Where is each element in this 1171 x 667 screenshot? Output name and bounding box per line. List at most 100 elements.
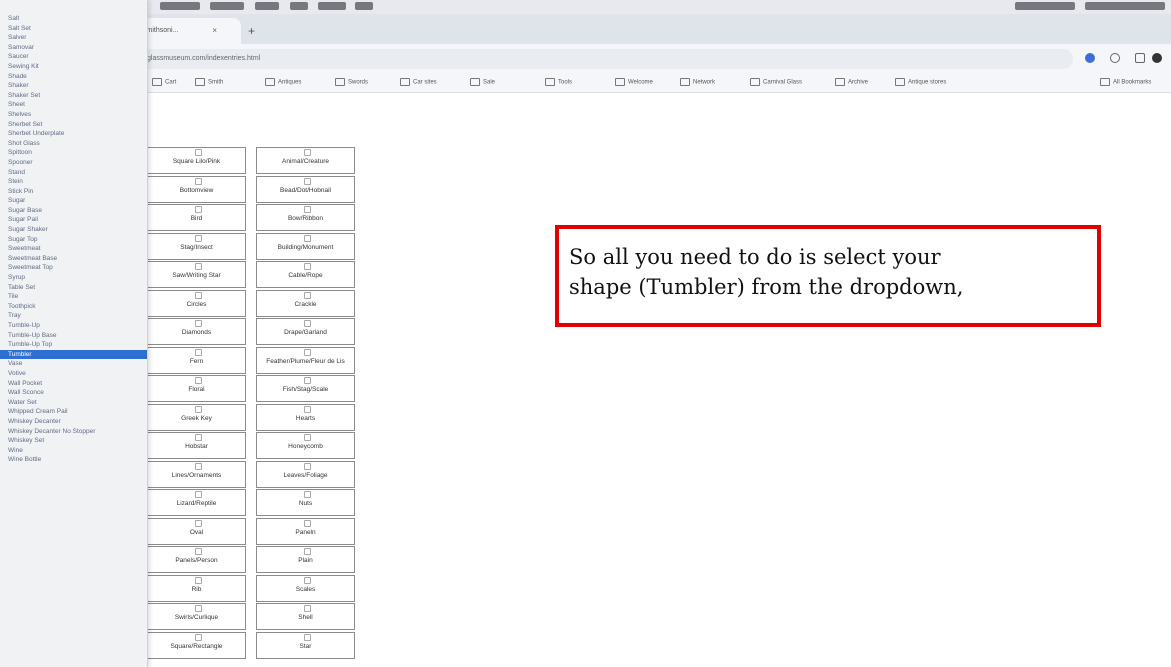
- pattern-checkbox[interactable]: [195, 320, 202, 327]
- profile-icon[interactable]: [1085, 53, 1095, 63]
- pattern-cell[interactable]: Star: [256, 631, 355, 659]
- pattern-cell[interactable]: Hobstar: [147, 432, 246, 459]
- dropdown-option[interactable]: Spittoon: [0, 148, 147, 158]
- pattern-checkbox[interactable]: [195, 291, 202, 299]
- pattern-checkbox[interactable]: [304, 519, 311, 527]
- dropdown-option[interactable]: Sweetmeat Top: [0, 263, 147, 273]
- bookmark[interactable]: Car sites: [400, 78, 437, 86]
- dropdown-option[interactable]: Sweetmeat: [0, 244, 147, 254]
- pattern-cell[interactable]: Fern: [147, 346, 246, 374]
- new-tab-icon[interactable]: +: [248, 18, 255, 44]
- pattern-cell[interactable]: Bead/Dot/Hobnail: [256, 175, 355, 203]
- pattern-checkbox[interactable]: [195, 206, 202, 213]
- pattern-cell[interactable]: Stag/Insect: [147, 232, 246, 260]
- menu-item-placeholder[interactable]: [318, 2, 346, 10]
- pattern-cell[interactable]: Circles: [147, 289, 246, 317]
- pattern-cell[interactable]: Hearts: [256, 403, 355, 431]
- dropdown-option[interactable]: Spooner: [0, 158, 147, 168]
- pattern-cell[interactable]: Drape/Garland: [256, 318, 355, 345]
- menu-item-placeholder[interactable]: [355, 2, 373, 10]
- pattern-checkbox[interactable]: [304, 633, 311, 641]
- dropdown-option[interactable]: Sugar Base: [0, 206, 147, 216]
- pattern-cell[interactable]: Panels/Person: [147, 546, 246, 573]
- dropdown-option[interactable]: Samovar: [0, 43, 147, 53]
- pattern-checkbox[interactable]: [195, 548, 202, 555]
- bookmark[interactable]: Tools: [545, 78, 572, 86]
- pattern-cell[interactable]: Cable/Rope: [256, 261, 355, 288]
- pattern-checkbox[interactable]: [304, 348, 311, 356]
- dropdown-option[interactable]: Shaker Set: [0, 91, 147, 101]
- pattern-checkbox[interactable]: [304, 405, 311, 413]
- pattern-cell[interactable]: Crackle: [256, 289, 355, 317]
- dropdown-option[interactable]: Sherbet Set: [0, 120, 147, 130]
- dropdown-option[interactable]: Syrup: [0, 273, 147, 283]
- pattern-cell[interactable]: Swirls/Curlique: [147, 603, 246, 630]
- dropdown-option[interactable]: Whiskey Set: [0, 436, 147, 446]
- bookmark[interactable]: Archive: [835, 78, 868, 86]
- pattern-checkbox[interactable]: [195, 405, 202, 413]
- dropdown-option[interactable]: Sugar Shaker: [0, 225, 147, 235]
- browser-tab[interactable]: smithsoni... ×: [133, 18, 241, 44]
- dropdown-option[interactable]: Sheet: [0, 100, 147, 110]
- pattern-cell[interactable]: Paneln: [256, 517, 355, 545]
- pattern-cell[interactable]: Greek Key: [147, 403, 246, 431]
- menu-item-placeholder[interactable]: [290, 2, 308, 10]
- dropdown-option[interactable]: Shelves: [0, 110, 147, 120]
- dropdown-option[interactable]: Shaker: [0, 81, 147, 91]
- dropdown-option[interactable]: Tile: [0, 292, 147, 302]
- pattern-checkbox[interactable]: [304, 491, 311, 498]
- pattern-checkbox[interactable]: [195, 263, 202, 270]
- menu-item-placeholder[interactable]: [255, 2, 279, 10]
- pattern-cell[interactable]: Diamonds: [147, 318, 246, 345]
- pattern-cell[interactable]: Lines/Ornaments: [147, 460, 246, 488]
- dropdown-option[interactable]: Sugar Pail: [0, 215, 147, 225]
- pattern-checkbox[interactable]: [195, 633, 202, 641]
- tab-close-icon[interactable]: ×: [212, 18, 217, 44]
- dropdown-option[interactable]: Whipped Cream Pail: [0, 407, 147, 417]
- bookmark[interactable]: Network: [680, 78, 715, 86]
- dropdown-option[interactable]: Salt: [0, 14, 147, 24]
- dropdown-option[interactable]: Stand: [0, 168, 147, 178]
- dropdown-option[interactable]: Salt Set: [0, 24, 147, 34]
- url-input[interactable]: glassmuseum.com/indexentries.html: [133, 49, 1073, 69]
- dropdown-option[interactable]: Wine Bottle: [0, 455, 147, 465]
- dropdown-option[interactable]: Wall Sconce: [0, 388, 147, 398]
- pattern-checkbox[interactable]: [195, 491, 202, 498]
- pattern-checkbox[interactable]: [304, 605, 311, 612]
- pattern-checkbox[interactable]: [195, 519, 202, 527]
- pattern-checkbox[interactable]: [304, 434, 311, 441]
- dropdown-option[interactable]: Vase: [0, 359, 147, 369]
- pattern-checkbox[interactable]: [304, 462, 311, 470]
- pattern-checkbox[interactable]: [304, 149, 311, 156]
- dropdown-option[interactable]: Sherbet Underplate: [0, 129, 147, 139]
- pattern-cell[interactable]: Building/Monument: [256, 232, 355, 260]
- pattern-checkbox[interactable]: [304, 320, 311, 327]
- dropdown-option[interactable]: Stein: [0, 177, 147, 187]
- pattern-cell[interactable]: Square/Rectangle: [147, 631, 246, 659]
- pattern-checkbox[interactable]: [304, 206, 311, 213]
- bookmark[interactable]: Cart: [152, 78, 176, 86]
- dropdown-option[interactable]: Sugar: [0, 196, 147, 206]
- pattern-checkbox[interactable]: [195, 434, 202, 441]
- pattern-cell[interactable]: Plain: [256, 546, 355, 573]
- dropdown-option[interactable]: Stick Pin: [0, 187, 147, 197]
- sidebar-icon[interactable]: [1135, 53, 1145, 63]
- pattern-checkbox[interactable]: [304, 177, 311, 185]
- pattern-checkbox[interactable]: [195, 377, 202, 384]
- pattern-cell[interactable]: Shell: [256, 603, 355, 630]
- bookmark[interactable]: Antique stores: [895, 78, 946, 86]
- shape-dropdown-list[interactable]: Salt Salt Set Salver Samovar Saucer Sewing Ki…: [0, 0, 148, 667]
- dropdown-option[interactable]: Whiskey Decanter No Stopper: [0, 427, 147, 437]
- dropdown-option[interactable]: Sugar Top: [0, 235, 147, 245]
- menu-item-placeholder[interactable]: [160, 2, 200, 10]
- bookmark[interactable]: Smith: [195, 78, 223, 86]
- pattern-checkbox[interactable]: [304, 291, 311, 299]
- dropdown-option[interactable]: Tumble-Up: [0, 321, 147, 331]
- bookmark[interactable]: Welcome: [615, 78, 653, 86]
- dropdown-option[interactable]: Shot Glass: [0, 139, 147, 149]
- pattern-checkbox[interactable]: [304, 263, 311, 270]
- dropdown-option[interactable]: Table Set: [0, 283, 147, 293]
- dropdown-option[interactable]: Votive: [0, 369, 147, 379]
- pattern-cell[interactable]: Square Lilo/Pink: [147, 147, 246, 174]
- menu-item-placeholder[interactable]: [210, 2, 244, 10]
